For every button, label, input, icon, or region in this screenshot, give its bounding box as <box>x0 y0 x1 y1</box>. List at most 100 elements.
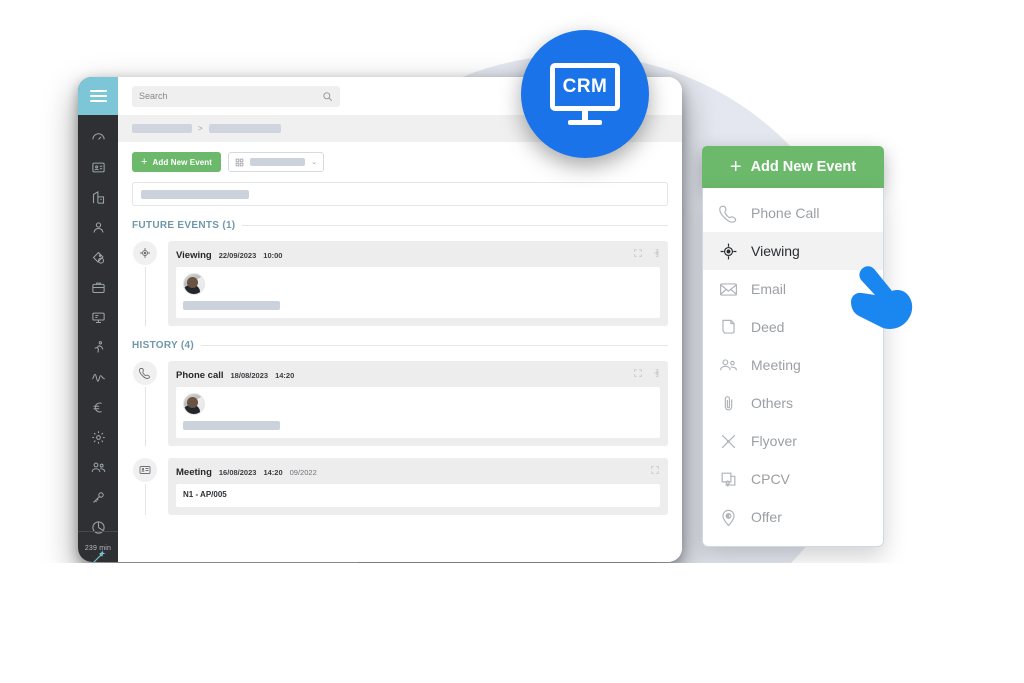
euro-icon[interactable] <box>86 397 110 418</box>
event-title: Viewing <box>176 250 212 261</box>
event-tools <box>633 248 660 258</box>
plus-icon: + <box>729 156 742 178</box>
event-body: N1 - AP/005 <box>176 484 660 507</box>
avatar <box>183 273 205 295</box>
gear-icon[interactable] <box>86 427 110 448</box>
event-reference-text: N1 - AP/005 <box>183 490 227 499</box>
breadcrumb-separator: > <box>198 124 203 133</box>
key-icon[interactable] <box>86 487 110 508</box>
search-input[interactable] <box>139 91 322 101</box>
id-card-icon[interactable] <box>86 157 110 178</box>
view-selector[interactable]: ⌄ <box>228 152 324 172</box>
menu-item-label: Phone Call <box>751 205 820 221</box>
presentation-icon[interactable] <box>86 307 110 328</box>
menu-item-label: Viewing <box>751 243 800 259</box>
event-title: Phone call <box>176 370 224 381</box>
section-divider <box>242 225 668 226</box>
person-icon[interactable] <box>86 217 110 238</box>
paperclip-icon <box>719 394 738 413</box>
add-new-event-dropdown-label: Add New Event <box>750 159 857 175</box>
menu-item-label: Meeting <box>751 357 801 373</box>
dashboard-icon[interactable] <box>86 127 110 148</box>
briefcase-icon[interactable] <box>86 277 110 298</box>
crosshair-target-icon <box>133 241 157 265</box>
menu-item-offer[interactable]: Offer <box>703 498 883 536</box>
pointing-hand-cursor <box>845 258 921 338</box>
crm-logo-badge: CRM <box>521 30 649 158</box>
expand-icon[interactable] <box>633 368 643 378</box>
users-icon[interactable] <box>86 457 110 478</box>
monitor-icon: CRM <box>550 63 620 125</box>
timeline-connector <box>144 484 146 515</box>
section-header-future-events: FUTURE EVENTS (1) <box>132 220 668 231</box>
filter-bar[interactable] <box>132 182 668 206</box>
menu-item-label: Email <box>751 281 787 297</box>
menu-item-phone-call[interactable]: Phone Call <box>703 194 883 232</box>
avatar <box>183 393 205 415</box>
menu-item-label: Offer <box>751 509 782 525</box>
airplane-icon <box>719 432 738 451</box>
section-title: FUTURE EVENTS (1) <box>132 220 236 231</box>
menu-item-cpcv[interactable]: CPCV <box>703 460 883 498</box>
timeline-event-meeting: Meeting 16/08/2023 14:20 09/2022 N1 - AP… <box>132 458 668 515</box>
running-person-icon[interactable] <box>86 337 110 358</box>
search-box[interactable] <box>132 85 340 107</box>
filter-value-placeholder <box>141 189 249 199</box>
view-selector-value-placeholder <box>250 158 306 166</box>
sidebar-icon-list <box>78 115 118 562</box>
menu-item-flyover[interactable]: Flyover <box>703 422 883 460</box>
grid-icon <box>235 158 244 167</box>
crm-badge-text: CRM <box>562 76 608 97</box>
event-tools <box>633 368 660 378</box>
menu-item-label: Others <box>751 395 794 411</box>
search-icon <box>322 91 333 102</box>
open-in-icon[interactable] <box>650 368 660 378</box>
monitor-base <box>568 120 602 125</box>
menu-item-label: Flyover <box>751 433 797 449</box>
bottom-crop-mask <box>0 563 1024 683</box>
event-extra-date: 09/2022 <box>289 468 317 477</box>
event-card[interactable]: Meeting 16/08/2023 14:20 09/2022 N1 - AP… <box>168 458 668 515</box>
breadcrumb-item-placeholder[interactable] <box>132 124 192 133</box>
sidebar-rail: 239 min <box>78 77 118 562</box>
add-new-event-dropdown-button[interactable]: + Add New Event <box>702 146 884 188</box>
event-card[interactable]: Phone call 18/08/2023 14:20 <box>168 361 668 446</box>
add-new-event-button[interactable]: + Add New Event <box>132 152 222 172</box>
document-icon <box>719 318 738 337</box>
add-new-event-dropdown: + Add New Event Phone Call Viewing Email… <box>702 146 884 547</box>
chevron-down-icon: ⌄ <box>311 159 317 166</box>
contract-stamp-icon <box>719 470 738 489</box>
event-card[interactable]: Viewing 22/09/2023 10:00 <box>168 241 668 326</box>
tag-shield-icon[interactable] <box>86 247 110 268</box>
envelope-icon <box>719 280 738 299</box>
hamburger-menu-button[interactable] <box>78 77 118 115</box>
event-date: 16/08/2023 <box>218 468 257 477</box>
section-title: HISTORY (4) <box>132 340 195 351</box>
hamburger-menu-icon <box>89 87 107 105</box>
people-icon <box>719 356 738 375</box>
timeline-event-viewing: Viewing 22/09/2023 10:00 <box>132 241 668 326</box>
events-panel: + Add New Event ⌄ FUTURE EVENTS (1) View… <box>118 142 682 562</box>
event-title: Meeting <box>176 467 212 478</box>
timeline-gutter <box>132 361 158 446</box>
section-header-history: HISTORY (4) <box>132 340 668 351</box>
activity-icon[interactable] <box>86 367 110 388</box>
timeline-connector <box>144 387 146 446</box>
menu-item-meeting[interactable]: Meeting <box>703 346 883 384</box>
open-in-icon[interactable] <box>650 248 660 258</box>
section-divider <box>201 345 668 346</box>
event-time: 14:20 <box>275 371 295 380</box>
event-header: Phone call 18/08/2023 14:20 <box>176 368 660 381</box>
phone-icon <box>719 204 738 223</box>
breadcrumb-item-placeholder[interactable] <box>208 124 281 133</box>
building-icon[interactable] <box>86 187 110 208</box>
event-date: 18/08/2023 <box>230 371 269 380</box>
contact-card-icon <box>133 458 157 482</box>
event-time: 10:00 <box>263 251 283 260</box>
menu-item-others[interactable]: Others <box>703 384 883 422</box>
expand-icon[interactable] <box>633 248 643 258</box>
event-content-placeholder <box>183 421 280 430</box>
event-body <box>176 267 660 318</box>
expand-icon[interactable] <box>650 465 660 475</box>
timeline-connector <box>144 267 146 326</box>
